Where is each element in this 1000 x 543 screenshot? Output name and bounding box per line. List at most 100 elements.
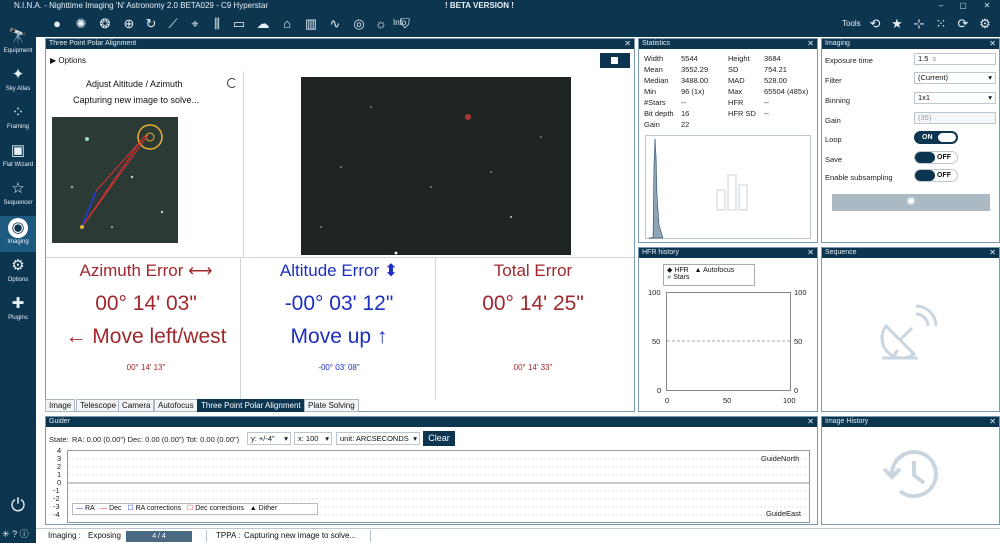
nav-framing[interactable]: ⁘ Framing <box>0 101 36 137</box>
weather-icon[interactable]: ☁ <box>254 15 272 33</box>
filter-select[interactable]: (Current) ▾ <box>914 72 996 84</box>
clear-button[interactable]: Clear <box>423 431 455 446</box>
subsampling-toggle[interactable]: OFF <box>914 169 958 182</box>
refresh-icon[interactable]: ⟲ <box>866 15 884 33</box>
polar-icon[interactable]: ◎ <box>350 15 368 33</box>
close-icon[interactable]: ✕ <box>989 39 996 49</box>
step-title: Adjust Altitude / Azimuth <box>86 79 183 89</box>
info-tab[interactable]: Info <box>393 18 406 27</box>
stat-value: -- <box>764 109 769 118</box>
chart-icon[interactable]: ▥ <box>302 15 320 33</box>
bulb-icon[interactable]: ☼ <box>372 15 390 33</box>
flat-panel-icon[interactable]: ▭ <box>230 15 248 33</box>
nav-imaging[interactable]: ◉ Imaging <box>0 216 36 252</box>
unit-select[interactable]: unit: ARCSECONDS ▾ <box>336 432 420 445</box>
tab-telescope[interactable]: Telescope <box>76 399 121 412</box>
hfr-history-panel: HFR history ✕ ◆ HFR ▲ Autofocus ● Stars 1… <box>638 247 818 412</box>
y-scale-select[interactable]: y: +/-4" ▾ <box>247 432 291 445</box>
sequence-panel: Sequence ✕ <box>821 247 1000 412</box>
tab-three-point-polar-alignment[interactable]: Three Point Polar Alignment <box>197 399 305 412</box>
history-icon[interactable]: ⟳ <box>954 15 972 33</box>
tab-autofocus[interactable]: Autofocus <box>154 399 198 412</box>
beta-banner: ! BETA VERSION ! <box>445 1 514 10</box>
dome-icon[interactable]: ⌂ <box>278 15 296 33</box>
altitude-error-sub: -00° 03' 08" <box>318 363 360 372</box>
x-tick: 100 <box>783 396 796 405</box>
stat-label: Median <box>644 76 669 85</box>
azimuth-error-value: 00° 14' 03" <box>95 292 197 315</box>
stat-value: 528.00 <box>764 76 787 85</box>
aperture-icon: ✺ <box>906 196 916 208</box>
gear-icon[interactable]: ⚙ <box>976 15 994 33</box>
stat-label: HFR <box>728 98 744 107</box>
close-icon[interactable]: ✕ <box>989 417 996 427</box>
start-capture-button[interactable]: ✺ <box>832 194 990 211</box>
loop-label: Loop <box>825 135 842 144</box>
save-toggle[interactable]: OFF <box>914 151 958 164</box>
altitude-error-value: -00° 03' 12" <box>284 292 394 315</box>
loop-toggle[interactable]: ON <box>914 131 958 144</box>
telescope-icon[interactable]: ⟋ <box>164 15 182 33</box>
nav-sky-atlas[interactable]: ✦ Sky Atlas <box>0 63 36 99</box>
stat-value: 22 <box>681 120 690 129</box>
minimize-button[interactable]: – <box>930 0 952 11</box>
tab-plate-solving[interactable]: Plate Solving <box>304 399 359 412</box>
options-toggle[interactable]: ▶ Options <box>50 56 86 65</box>
bug-icon[interactable]: ✳ <box>2 529 10 539</box>
switch-icon[interactable]: ⫼ <box>208 15 226 33</box>
exposure-time-input[interactable]: 1.5 s <box>914 53 996 65</box>
y2-tick: 100 <box>794 288 807 297</box>
stop-button[interactable] <box>600 53 630 68</box>
imaging-status-label: Imaging : <box>48 531 81 540</box>
guide-north-label: GuideNorth <box>761 454 800 463</box>
star-icon[interactable]: ★ <box>888 15 906 33</box>
stat-value: 3684 <box>764 54 781 63</box>
info-icon[interactable]: ⓘ <box>20 529 29 539</box>
power-button[interactable]: ⏻ <box>0 493 36 529</box>
binning-select[interactable]: 1x1 ▾ <box>914 92 996 104</box>
x-scale-select[interactable]: x: 100 ▾ <box>294 432 332 445</box>
nav-flat-wizard[interactable]: ▣ Flat Wizard <box>0 139 36 175</box>
stat-value: 3488.00 <box>681 76 709 85</box>
gain-input[interactable]: (35) <box>914 112 996 124</box>
stat-label: Gain <box>644 120 660 129</box>
aperture-icon[interactable]: ✺ <box>72 15 90 33</box>
subsampling-label: Enable subsampling <box>825 173 893 182</box>
tppa-panel: Three Point Polar Alignment ✕ ▶ Options A… <box>45 38 635 412</box>
hfr-chart <box>666 292 791 391</box>
tab-image[interactable]: Image <box>45 399 76 412</box>
dither-triangle-icon: ▲ <box>249 505 257 512</box>
close-icon[interactable]: ✕ <box>807 417 814 427</box>
hfr-icon[interactable]: ∿ <box>326 15 344 33</box>
close-button[interactable]: ✕ <box>976 0 998 11</box>
dots-grid-icon[interactable]: ⁙ <box>932 15 950 33</box>
close-icon[interactable]: ✕ <box>989 248 996 258</box>
stat-label: HFR SD <box>728 109 756 118</box>
history-icon <box>882 450 938 499</box>
satellite-dish-icon <box>880 304 938 360</box>
y-tick: 0 <box>657 386 662 395</box>
chevron-down-icon: ▾ <box>988 93 992 102</box>
close-icon[interactable]: ✕ <box>807 39 814 49</box>
rotator-icon[interactable]: ↻ <box>142 15 160 33</box>
imaging-panel: Imaging ✕ <box>821 38 1000 243</box>
moon-icon[interactable]: ● <box>48 15 66 33</box>
guider-icon[interactable]: ⌖ <box>186 15 204 33</box>
captured-image <box>301 77 571 255</box>
help-icon[interactable]: ? <box>12 529 17 539</box>
stat-value: 754.21 <box>764 65 787 74</box>
stat-value: -- <box>764 98 769 107</box>
nav-plugins[interactable]: ✚ Plugins <box>0 292 36 328</box>
close-icon[interactable]: ✕ <box>624 39 631 49</box>
flat-wizard-icon: ▣ <box>10 142 26 159</box>
tab-camera[interactable]: Camera <box>118 399 155 412</box>
focuser-icon[interactable]: ⊕ <box>120 15 138 33</box>
nav-equipment[interactable]: 🔭 Equipment <box>0 25 36 61</box>
filter-wheel-icon[interactable]: ❂ <box>96 15 114 33</box>
nav-options[interactable]: ⚙ Options <box>0 254 36 290</box>
nav-sequencer[interactable]: ☆ Sequencer <box>0 177 36 213</box>
azimuth-direction: ← Move left/west <box>65 325 227 348</box>
close-icon[interactable]: ✕ <box>807 248 814 258</box>
crosshair-icon[interactable]: ⊹ <box>910 15 928 33</box>
maximize-button[interactable]: ▢ <box>952 0 974 11</box>
